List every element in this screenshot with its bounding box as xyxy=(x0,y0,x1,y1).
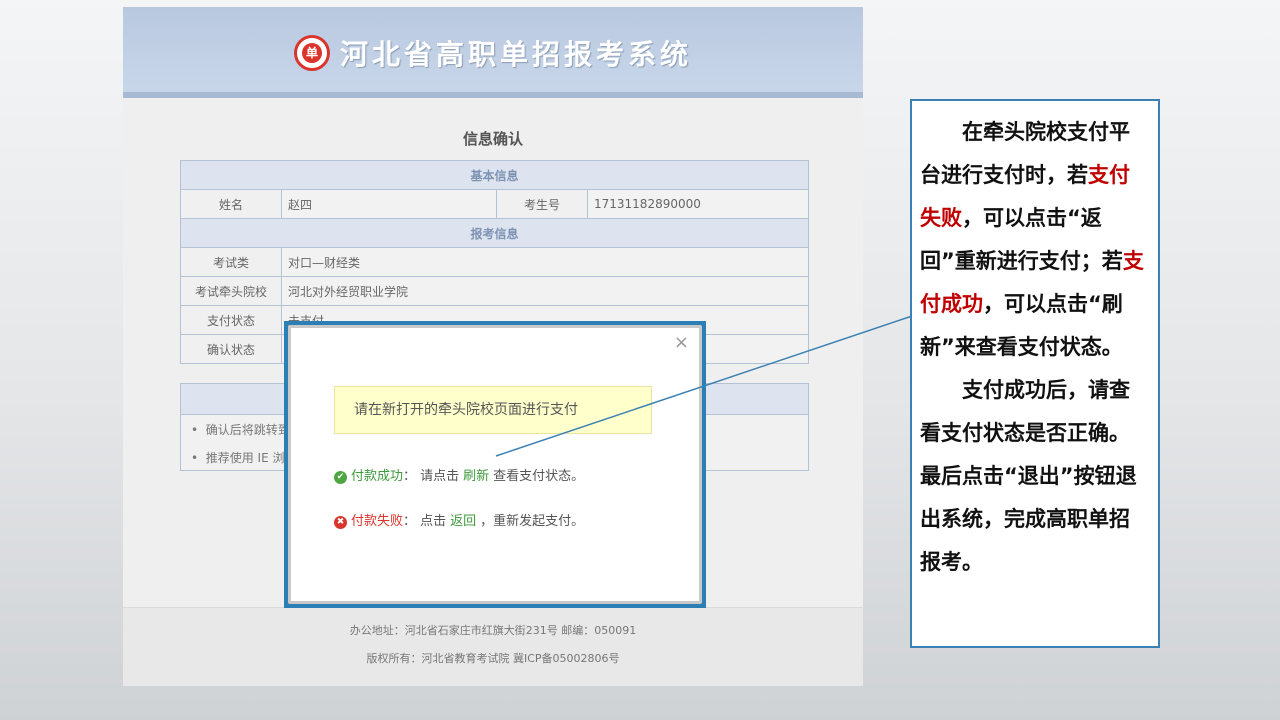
callout-box: 在牵头院校支付平台进行支付时，若支付失败，可以点击“返回”重新进行支付；若支付成… xyxy=(910,99,1160,648)
callout-paragraph-1: 在牵头院校支付平台进行支付时，若支付失败，可以点击“返回”重新进行支付；若支付成… xyxy=(920,120,1144,359)
pointer-line xyxy=(495,315,913,457)
callout-paragraph-2: 支付成功后，请查看支付状态是否正确。最后点击“退出”按钮退出系统，完成高职单招报… xyxy=(920,378,1137,574)
